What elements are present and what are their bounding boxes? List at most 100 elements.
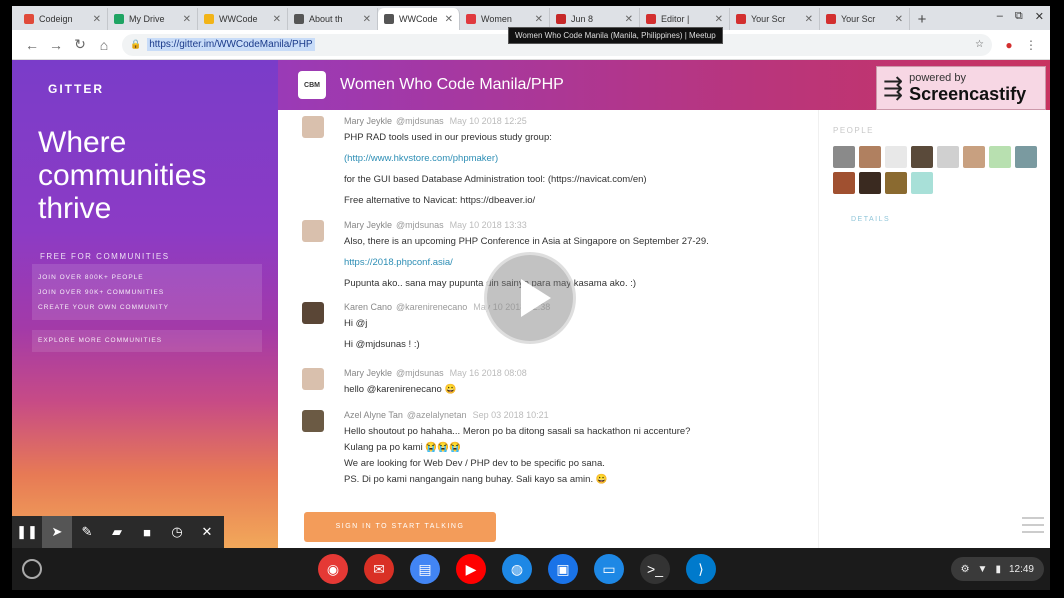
video-play-icon[interactable] [484, 252, 576, 344]
tab-favicon-icon [736, 14, 746, 24]
browser-tab[interactable]: WWCode ✕ [378, 8, 460, 30]
files-app-icon[interactable]: ▣ [548, 554, 578, 584]
join-people-link[interactable]: JOIN OVER 800K+ PEOPLE [38, 270, 256, 285]
tab-close-icon[interactable]: ✕ [805, 14, 813, 25]
launcher-icon[interactable] [22, 559, 42, 579]
shelf-apps: ◉ ✉ ▤ ▶ ◍ ▣ ▭ >_ ⟩ [318, 554, 716, 584]
pen-icon[interactable]: ✎ [72, 524, 102, 540]
person-avatar[interactable] [963, 146, 985, 168]
author-handle[interactable]: @mjdsunas [396, 116, 444, 126]
browser-tab[interactable]: Your Scr ✕ [730, 8, 820, 30]
message-text: hello @karenirenecano 😀 [344, 384, 457, 395]
message-timestamp[interactable]: May 16 2018 08:08 [450, 368, 527, 378]
docs-app-icon[interactable]: ▤ [410, 554, 440, 584]
join-communities-link[interactable]: JOIN OVER 90K+ COMMUNITIES [38, 285, 256, 300]
youtube-app-icon[interactable]: ▶ [456, 554, 486, 584]
back-icon[interactable]: ← [20, 37, 44, 53]
messages-app-icon[interactable]: ▭ [594, 554, 624, 584]
author-handle[interactable]: @mjdsunas [396, 368, 444, 378]
message-text: Free alternative to Navicat: https://dbe… [344, 195, 536, 206]
browser-tab[interactable]: About th ✕ [288, 8, 378, 30]
tab-close-icon[interactable]: ✕ [535, 14, 543, 25]
person-avatar[interactable] [911, 146, 933, 168]
person-avatar[interactable] [833, 146, 855, 168]
eraser-icon[interactable]: ▰ [102, 524, 132, 540]
url-text[interactable]: https://gitter.im/WWCodeManila/PHP [147, 38, 315, 51]
extension-icon[interactable]: ● [998, 38, 1020, 52]
tab-favicon-icon [294, 14, 304, 24]
clock: 12:49 [1008, 563, 1034, 575]
message-header: Karen Cano @karenirenecano May 10 2018 22:… [344, 302, 814, 312]
author-handle[interactable]: @azelalynetan [407, 410, 467, 420]
person-avatar[interactable] [885, 172, 907, 194]
person-avatar[interactable] [859, 172, 881, 194]
browser-tab[interactable]: WWCode ✕ [198, 8, 288, 30]
details-link[interactable]: DETAILS [851, 216, 890, 223]
timer-icon[interactable]: ◷ [162, 524, 192, 540]
tab-close-icon[interactable]: ✕ [715, 14, 723, 25]
minimize-icon[interactable]: – [997, 10, 1003, 23]
tab-close-icon[interactable]: ✕ [93, 14, 101, 25]
home-icon[interactable]: ⌂ [92, 37, 116, 53]
tab-title: About th [309, 14, 343, 24]
author-handle[interactable]: @karenirenecano [396, 302, 467, 312]
gmail-app-icon[interactable]: ✉ [364, 554, 394, 584]
sign-in-button[interactable]: SIGN IN TO START TALKING [304, 512, 496, 542]
message-timestamp[interactable]: May 10 2018 13:33 [450, 220, 527, 230]
explore-communities-button[interactable]: EXPLORE MORE COMMUNITIES [32, 330, 262, 352]
tab-close-icon[interactable]: ✕ [625, 14, 633, 25]
create-community-link[interactable]: CREATE YOUR OWN COMMUNITY [38, 300, 256, 315]
restore-icon[interactable]: ⧉ [1015, 10, 1023, 23]
tab-close-icon[interactable]: ✕ [183, 14, 191, 25]
author-name[interactable]: Mary Jeykle [344, 220, 392, 230]
system-tray[interactable]: ⚙ ▼ ▮ 12:49 [950, 557, 1044, 581]
message-timestamp[interactable]: May 10 2018 12:25 [450, 116, 527, 126]
avatar[interactable] [302, 116, 324, 138]
forward-icon[interactable]: → [44, 37, 68, 53]
person-avatar[interactable] [937, 146, 959, 168]
new-tab-button[interactable]: + [910, 8, 934, 30]
message-text: PHP RAD tools used in our previous study… [344, 132, 552, 143]
avatar[interactable] [302, 220, 324, 242]
vscode-app-icon[interactable]: ⟩ [686, 554, 716, 584]
gitter-logo[interactable]: GITTER [48, 82, 104, 96]
recording-toolbar: ❚❚ ➤ ✎ ▰ ■ ◷ ✕ [12, 516, 224, 548]
tab-close-icon[interactable]: ✕ [273, 14, 281, 25]
person-avatar[interactable] [833, 172, 855, 194]
browser-tab[interactable]: My Drive ✕ [108, 8, 198, 30]
hamburger-menu-icon[interactable] [1022, 517, 1044, 538]
browser-tab[interactable]: Codeign ✕ [18, 8, 108, 30]
tab-close-icon[interactable]: ✕ [445, 14, 453, 25]
avatar[interactable] [302, 368, 324, 390]
reload-icon[interactable]: ↻ [68, 36, 92, 53]
tab-title: Jun 8 [571, 14, 594, 24]
author-name[interactable]: Mary Jeykle [344, 368, 392, 378]
author-name[interactable]: Karen Cano [344, 302, 392, 312]
close-window-icon[interactable]: ✕ [1035, 10, 1044, 23]
pause-icon[interactable]: ❚❚ [12, 524, 42, 540]
person-avatar[interactable] [989, 146, 1011, 168]
bookmark-star-icon[interactable]: ☆ [975, 39, 984, 50]
message-timestamp[interactable]: Sep 03 2018 10:21 [473, 410, 549, 420]
avatar[interactable] [302, 410, 324, 432]
terminal-app-icon[interactable]: >_ [640, 554, 670, 584]
person-avatar[interactable] [1015, 146, 1037, 168]
earth-app-icon[interactable]: ◍ [502, 554, 532, 584]
author-name[interactable]: Azel Alyne Tan [344, 410, 403, 420]
camera-icon[interactable]: ■ [132, 525, 162, 540]
tab-close-icon[interactable]: ✕ [895, 14, 903, 25]
cursor-icon[interactable]: ➤ [42, 516, 72, 548]
chrome-app-icon[interactable]: ◉ [318, 554, 348, 584]
avatar[interactable] [302, 302, 324, 324]
person-avatar[interactable] [885, 146, 907, 168]
author-handle[interactable]: @mjdsunas [396, 220, 444, 230]
person-avatar[interactable] [859, 146, 881, 168]
author-name[interactable]: Mary Jeykle [344, 116, 392, 126]
tab-favicon-icon [384, 14, 394, 24]
menu-icon[interactable]: ⋮ [1020, 38, 1042, 52]
message-text: for the GUI based Database Administratio… [344, 174, 647, 185]
person-avatar[interactable] [911, 172, 933, 194]
browser-tab[interactable]: Your Scr ✕ [820, 8, 910, 30]
close-icon[interactable]: ✕ [192, 524, 222, 540]
tab-close-icon[interactable]: ✕ [363, 14, 371, 25]
